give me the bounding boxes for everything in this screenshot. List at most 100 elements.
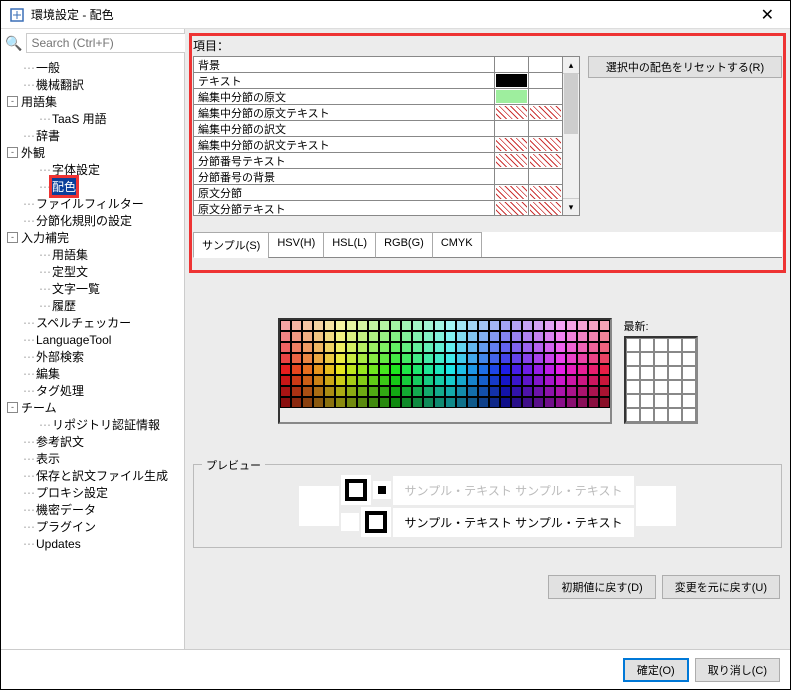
palette-swatch[interactable]: [456, 375, 467, 386]
tree-toggle-icon[interactable]: -: [7, 402, 18, 413]
palette-swatch[interactable]: [489, 353, 500, 364]
palette-swatch[interactable]: [401, 320, 412, 331]
table-row[interactable]: 編集中分節の原文: [194, 89, 562, 105]
tree-item[interactable]: ⋯リポジトリ認証情報: [7, 416, 184, 433]
palette-swatch[interactable]: [544, 331, 555, 342]
color-cell[interactable]: [494, 121, 528, 136]
palette-swatch[interactable]: [291, 364, 302, 375]
palette-swatch[interactable]: [500, 331, 511, 342]
palette-swatch[interactable]: [467, 353, 478, 364]
palette-swatch[interactable]: [533, 342, 544, 353]
palette-swatch[interactable]: [555, 364, 566, 375]
palette-swatch[interactable]: [478, 364, 489, 375]
palette-swatch[interactable]: [313, 353, 324, 364]
palette-swatch[interactable]: [588, 320, 599, 331]
palette-swatch[interactable]: [577, 364, 588, 375]
palette-swatch[interactable]: [588, 342, 599, 353]
palette-swatch[interactable]: [302, 320, 313, 331]
tree-item[interactable]: ⋯機械翻訳: [7, 76, 184, 93]
palette-swatch[interactable]: [379, 375, 390, 386]
palette-swatch[interactable]: [544, 386, 555, 397]
palette-swatch[interactable]: [511, 364, 522, 375]
palette-swatch[interactable]: [522, 342, 533, 353]
tree-item[interactable]: ⋯定型文: [7, 263, 184, 280]
palette-swatch[interactable]: [467, 397, 478, 408]
recent-swatch[interactable]: [654, 366, 668, 380]
recent-swatch[interactable]: [640, 352, 654, 366]
palette-swatch[interactable]: [423, 375, 434, 386]
palette-swatch[interactable]: [544, 320, 555, 331]
palette-swatch[interactable]: [522, 331, 533, 342]
palette-swatch[interactable]: [522, 386, 533, 397]
tree-item[interactable]: ⋯一般: [7, 59, 184, 76]
table-row[interactable]: テキスト: [194, 73, 562, 89]
palette-swatch[interactable]: [533, 364, 544, 375]
table-row[interactable]: 編集中分節の訳文テキスト: [194, 137, 562, 153]
palette-swatch[interactable]: [401, 375, 412, 386]
palette-swatch[interactable]: [588, 364, 599, 375]
palette-swatch[interactable]: [489, 342, 500, 353]
tab[interactable]: RGB(G): [375, 232, 433, 258]
tree-item[interactable]: ⋯履歴: [7, 297, 184, 314]
palette-swatch[interactable]: [335, 353, 346, 364]
palette-swatch[interactable]: [566, 342, 577, 353]
color-cell[interactable]: [528, 201, 562, 216]
palette-swatch[interactable]: [445, 386, 456, 397]
palette-swatch[interactable]: [291, 342, 302, 353]
palette-swatch[interactable]: [566, 331, 577, 342]
palette-swatch[interactable]: [533, 320, 544, 331]
palette-swatch[interactable]: [434, 375, 445, 386]
palette-swatch[interactable]: [489, 331, 500, 342]
recent-swatch[interactable]: [640, 380, 654, 394]
table-row[interactable]: 背景: [194, 57, 562, 73]
palette-swatch[interactable]: [489, 320, 500, 331]
palette-swatch[interactable]: [544, 375, 555, 386]
palette-swatch[interactable]: [335, 375, 346, 386]
palette-swatch[interactable]: [467, 320, 478, 331]
palette-swatch[interactable]: [434, 364, 445, 375]
palette-swatch[interactable]: [324, 320, 335, 331]
tree-item[interactable]: -チーム: [7, 399, 184, 416]
palette-swatch[interactable]: [478, 397, 489, 408]
palette-swatch[interactable]: [390, 342, 401, 353]
palette-swatch[interactable]: [456, 342, 467, 353]
table-row[interactable]: 編集中分節の原文テキスト: [194, 105, 562, 121]
palette-swatch[interactable]: [511, 331, 522, 342]
palette-swatch[interactable]: [478, 353, 489, 364]
palette-swatch[interactable]: [368, 364, 379, 375]
recent-swatch[interactable]: [654, 338, 668, 352]
tree-item[interactable]: ⋯プラグイン: [7, 518, 184, 535]
palette-swatch[interactable]: [379, 364, 390, 375]
scroll-thumb[interactable]: [564, 74, 578, 134]
palette-swatch[interactable]: [434, 342, 445, 353]
palette-swatch[interactable]: [478, 375, 489, 386]
palette-swatch[interactable]: [291, 375, 302, 386]
palette-swatch[interactable]: [412, 386, 423, 397]
palette-swatch[interactable]: [280, 397, 291, 408]
palette-swatch[interactable]: [390, 375, 401, 386]
palette-swatch[interactable]: [346, 364, 357, 375]
palette-swatch[interactable]: [577, 375, 588, 386]
table-row[interactable]: 原文分節: [194, 185, 562, 201]
recent-swatch[interactable]: [682, 380, 696, 394]
recent-swatch[interactable]: [654, 408, 668, 422]
palette-swatch[interactable]: [390, 353, 401, 364]
palette-swatch[interactable]: [522, 364, 533, 375]
tree-item[interactable]: ⋯機密データ: [7, 501, 184, 518]
palette-swatch[interactable]: [390, 331, 401, 342]
palette-swatch[interactable]: [456, 353, 467, 364]
palette-swatch[interactable]: [555, 331, 566, 342]
palette-swatch[interactable]: [357, 386, 368, 397]
palette-swatch[interactable]: [379, 331, 390, 342]
tree-item[interactable]: -用語集: [7, 93, 184, 110]
palette-swatch[interactable]: [555, 375, 566, 386]
color-cell[interactable]: [494, 89, 528, 104]
palette-swatch[interactable]: [280, 331, 291, 342]
tree-item[interactable]: ⋯ファイルフィルター: [7, 195, 184, 212]
palette-swatch[interactable]: [280, 320, 291, 331]
palette-swatch[interactable]: [588, 353, 599, 364]
palette-swatch[interactable]: [599, 320, 610, 331]
palette-swatch[interactable]: [324, 397, 335, 408]
recent-swatch[interactable]: [668, 380, 682, 394]
palette-swatch[interactable]: [335, 342, 346, 353]
